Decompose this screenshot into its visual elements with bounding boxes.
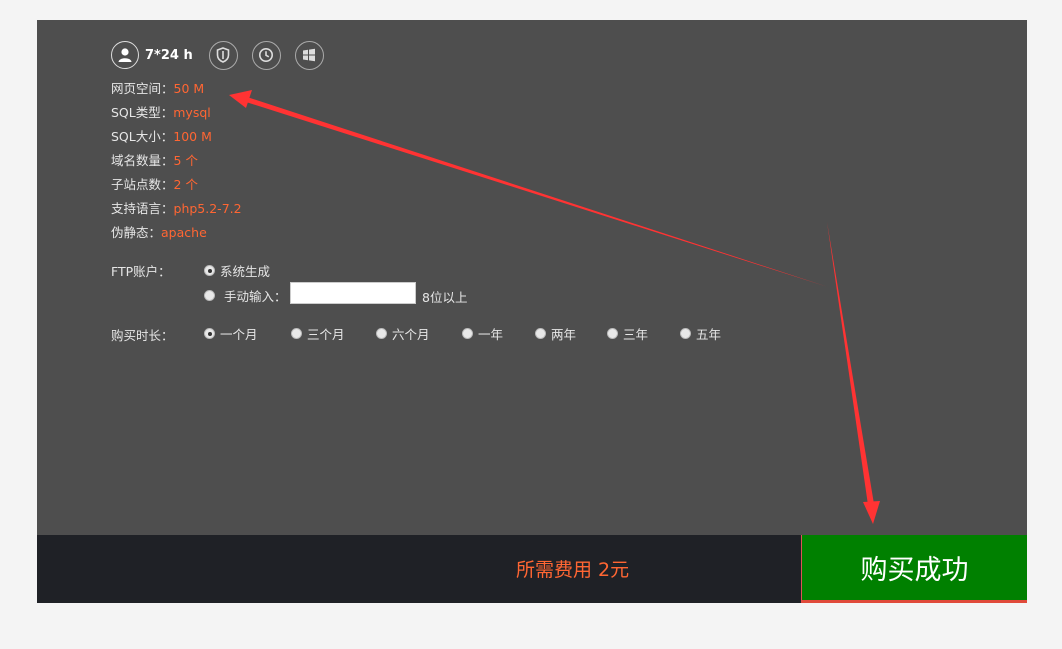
duration-option-2y[interactable]: 两年 <box>535 324 576 343</box>
duration-option-1m[interactable]: 一个月 <box>204 324 258 343</box>
spec-domain-count: 域名数量：5 个 <box>111 153 198 168</box>
buy-button[interactable]: 购买成功 <box>801 535 1027 603</box>
ftp-manual-radio[interactable] <box>204 290 215 301</box>
feature-icons-row: 7*24 h <box>111 40 338 70</box>
support-hours: 7*24 h <box>145 47 193 63</box>
ftp-label: FTP账户： <box>111 264 171 279</box>
ftp-option-auto[interactable]: 系统生成 <box>204 261 270 280</box>
duration-option-1y[interactable]: 一年 <box>462 324 503 343</box>
duration-radio[interactable] <box>462 328 473 339</box>
spec-sql-type: SQL类型：mysql <box>111 105 211 120</box>
duration-option-6m[interactable]: 六个月 <box>376 324 430 343</box>
duration-option-3m[interactable]: 三个月 <box>291 324 345 343</box>
duration-option-3y[interactable]: 三年 <box>607 324 648 343</box>
ftp-length-hint: 8位以上 <box>422 290 468 305</box>
checkout-bar: 所需费用 2元 购买成功 <box>37 535 1027 603</box>
ftp-account-input[interactable] <box>290 282 416 304</box>
product-panel: 7*24 h 网页空间：50 M SQL类型：mysql SQL大小：100 M… <box>37 20 1027 535</box>
clock-icon <box>251 40 281 70</box>
spec-languages: 支持语言：php5.2-7.2 <box>111 201 242 216</box>
shield-icon <box>208 40 238 70</box>
duration-radio[interactable] <box>680 328 691 339</box>
windows-icon <box>294 40 324 70</box>
spec-subsite-count: 子站点数：2 个 <box>111 177 198 192</box>
duration-label: 购买时长： <box>111 328 174 343</box>
duration-radio[interactable] <box>535 328 546 339</box>
user-icon <box>111 41 139 69</box>
spec-web-space: 网页空间：50 M <box>111 81 205 96</box>
total-cost: 所需费用 2元 <box>516 559 630 581</box>
ftp-auto-radio[interactable] <box>204 265 215 276</box>
duration-radio[interactable] <box>204 328 215 339</box>
duration-radio[interactable] <box>291 328 302 339</box>
duration-option-5y[interactable]: 五年 <box>680 324 721 343</box>
ftp-option-manual[interactable]: 手动输入： <box>204 286 287 305</box>
spec-rewrite: 伪静态：apache <box>111 225 207 240</box>
duration-radio[interactable] <box>607 328 618 339</box>
spec-sql-size: SQL大小：100 M <box>111 129 212 144</box>
duration-radio[interactable] <box>376 328 387 339</box>
